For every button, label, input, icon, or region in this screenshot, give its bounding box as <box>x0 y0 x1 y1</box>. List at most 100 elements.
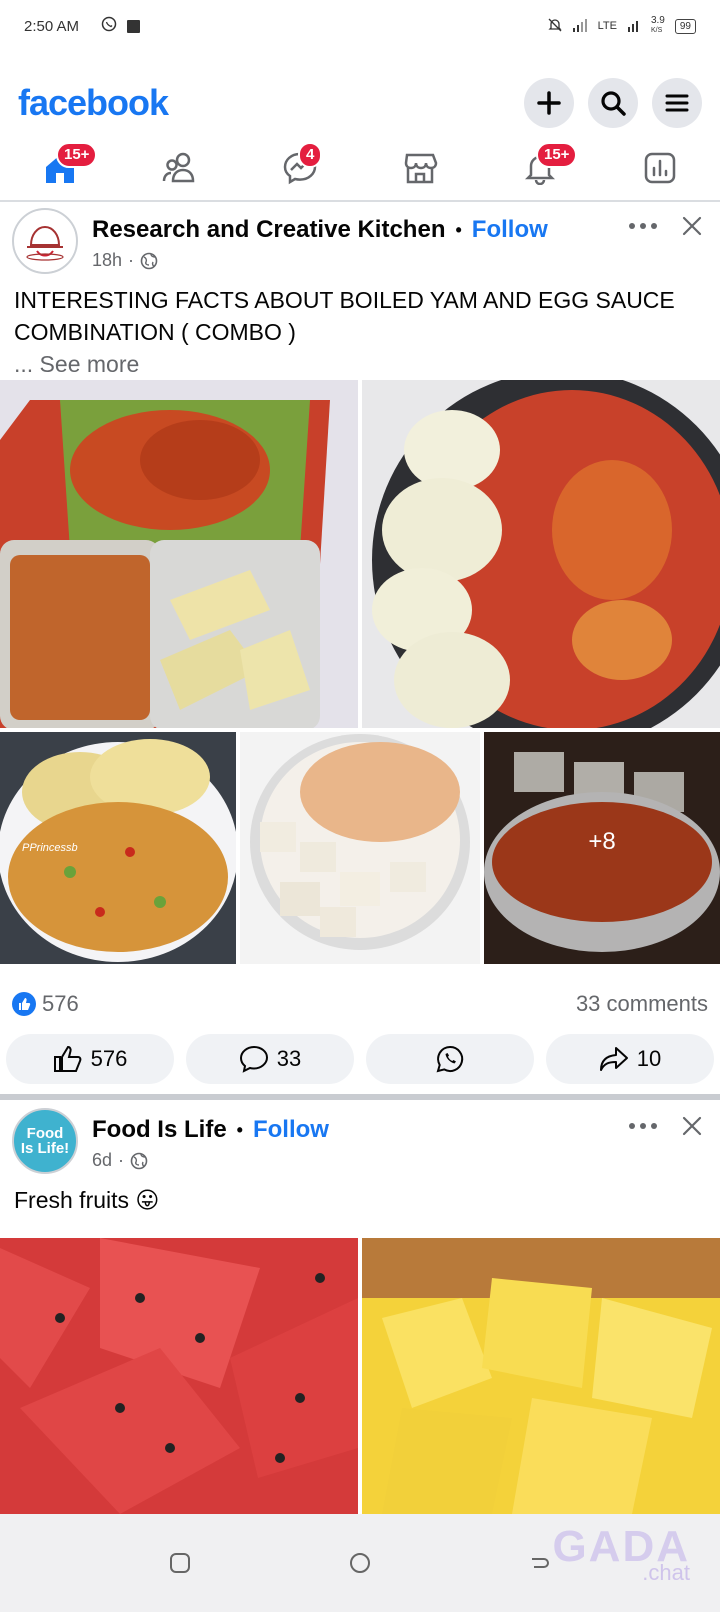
photo-yam-egg-sauce <box>362 380 720 728</box>
close-icon[interactable] <box>682 216 702 236</box>
post-action-row: 576 33 10 <box>0 1034 720 1084</box>
author-line: Research and Creative Kitchen • Follow <box>92 216 548 244</box>
post-meta: 18h · <box>92 250 158 271</box>
friends-icon <box>162 152 195 183</box>
post-text: INTERESTING FACTS ABOUT BOILED YAM AND E… <box>0 274 720 380</box>
post-header: Research and Creative Kitchen • Follow 1… <box>0 204 720 274</box>
battery-indicator: 99 <box>674 18 696 34</box>
reactions-count[interactable]: 576 <box>42 991 79 1017</box>
dashboard-icon <box>644 152 676 184</box>
home-badge: 15+ <box>56 142 98 168</box>
photo-pineapple <box>362 1238 720 1514</box>
create-button[interactable] <box>524 78 574 128</box>
reactions-bar: 576 33 comments <box>0 984 720 1024</box>
author-line: Food Is Life • Follow <box>92 1116 329 1144</box>
globe-icon <box>140 252 158 269</box>
facebook-logo[interactable]: facebook <box>18 82 169 124</box>
signal-icon-2 <box>627 18 641 35</box>
share-arrow-icon <box>599 1047 628 1071</box>
post-header: Food Is Life! Food Is Life • Follow 6d · <box>0 1104 720 1174</box>
feed-post: Food Is Life! Food Is Life • Follow 6d ·… <box>0 1104 720 1514</box>
share-count: 10 <box>636 1046 662 1071</box>
see-more-link[interactable]: ... See more <box>14 348 706 380</box>
tab-marketplace[interactable] <box>360 136 480 200</box>
comment-count: 33 <box>276 1046 302 1071</box>
post-time[interactable]: 18h <box>92 250 122 271</box>
post-photo-1[interactable] <box>0 380 358 728</box>
signal-icon <box>572 18 588 35</box>
gada-watermark-sub: .chat <box>642 1560 690 1585</box>
photo-chicken-combo <box>0 380 358 728</box>
square-status-icon <box>127 19 141 33</box>
thumbs-up-icon <box>53 1045 82 1072</box>
post-time[interactable]: 6d <box>92 1150 112 1171</box>
more-photos-count: +8 <box>588 828 616 855</box>
post-top-actions <box>628 1116 702 1136</box>
tab-notifications[interactable]: 15+ <box>480 136 600 200</box>
mute-icon <box>548 18 562 35</box>
post-photo-grid: PPrincessb +8 <box>0 380 720 964</box>
author-avatar[interactable] <box>12 208 78 274</box>
whatsapp-icon <box>436 1045 464 1073</box>
search-button[interactable] <box>588 78 638 128</box>
post-photo-4[interactable] <box>240 732 480 964</box>
post-photo-2[interactable] <box>362 380 720 728</box>
app-header: facebook <box>0 70 720 136</box>
author-avatar[interactable]: Food Is Life! <box>12 1108 78 1174</box>
tab-messenger[interactable]: 4 <box>240 136 360 200</box>
tab-dashboard[interactable] <box>600 136 720 200</box>
author-name[interactable]: Research and Creative Kitchen <box>92 216 445 244</box>
whatsapp-share-button[interactable] <box>366 1034 534 1084</box>
status-time: 2:50 AM <box>24 17 80 35</box>
globe-icon <box>130 1152 148 1169</box>
post-photo-grid <box>0 1238 720 1514</box>
kitchen-logo-icon <box>15 211 75 271</box>
net-speed-unit: K/S <box>650 27 663 34</box>
like-reaction-icon <box>12 992 36 1016</box>
network-type: LTE <box>597 20 617 32</box>
post-meta: 6d · <box>92 1150 148 1171</box>
status-bar: 2:50 AM LTE 3.9 K/S 99 <box>0 0 720 52</box>
separator-dot: • <box>236 1119 243 1140</box>
author-name[interactable]: Food Is Life <box>92 1116 227 1144</box>
share-button[interactable]: 10 <box>546 1034 714 1084</box>
post-photo-3[interactable]: PPrincessb <box>0 732 236 964</box>
net-speed-value: 3.9 <box>650 15 665 26</box>
like-button[interactable]: 576 <box>6 1034 174 1084</box>
menu-button[interactable] <box>652 78 702 128</box>
post-photo-pineapple[interactable] <box>362 1238 720 1514</box>
comments-count[interactable]: 33 comments <box>576 991 708 1017</box>
comment-icon <box>239 1045 268 1073</box>
search-icon <box>601 91 626 116</box>
tab-home[interactable]: 15+ <box>0 136 120 200</box>
follow-button[interactable]: Follow <box>253 1116 329 1144</box>
more-options-icon[interactable] <box>628 222 658 230</box>
photo-watermelon <box>0 1238 358 1514</box>
tab-friends[interactable] <box>120 136 240 200</box>
back-nav-icon[interactable] <box>528 1551 552 1575</box>
plus-icon <box>537 91 561 115</box>
meta-dot: · <box>128 250 135 270</box>
more-options-icon[interactable] <box>628 1122 658 1130</box>
recent-apps-icon[interactable] <box>168 1551 192 1575</box>
avatar-text: Food Is Life! <box>20 1125 70 1157</box>
messenger-badge: 4 <box>298 142 323 168</box>
post-text: Fresh fruits 😛 <box>0 1174 720 1216</box>
whatsapp-status-icon <box>101 16 117 36</box>
post-photo-watermelon[interactable] <box>0 1238 358 1514</box>
post-body: INTERESTING FACTS ABOUT BOILED YAM AND E… <box>14 287 675 345</box>
follow-button[interactable]: Follow <box>472 216 548 244</box>
post-separator <box>0 1094 720 1100</box>
post-photo-5-more[interactable]: +8 <box>484 732 720 964</box>
main-nav-tabs: 15+ 4 15+ <box>0 136 720 202</box>
meta-dot: · <box>118 1150 125 1170</box>
post-body: Fresh fruits 😛 <box>14 1187 160 1213</box>
home-nav-icon[interactable] <box>348 1551 372 1575</box>
comment-button[interactable]: 33 <box>186 1034 354 1084</box>
close-icon[interactable] <box>682 1116 702 1136</box>
notifications-badge: 15+ <box>536 142 578 168</box>
feed-post: Research and Creative Kitchen • Follow 1… <box>0 204 720 1092</box>
post-top-actions <box>628 216 702 236</box>
like-count: 576 <box>90 1046 128 1071</box>
photo-watermark: PPrincessb <box>22 842 78 854</box>
